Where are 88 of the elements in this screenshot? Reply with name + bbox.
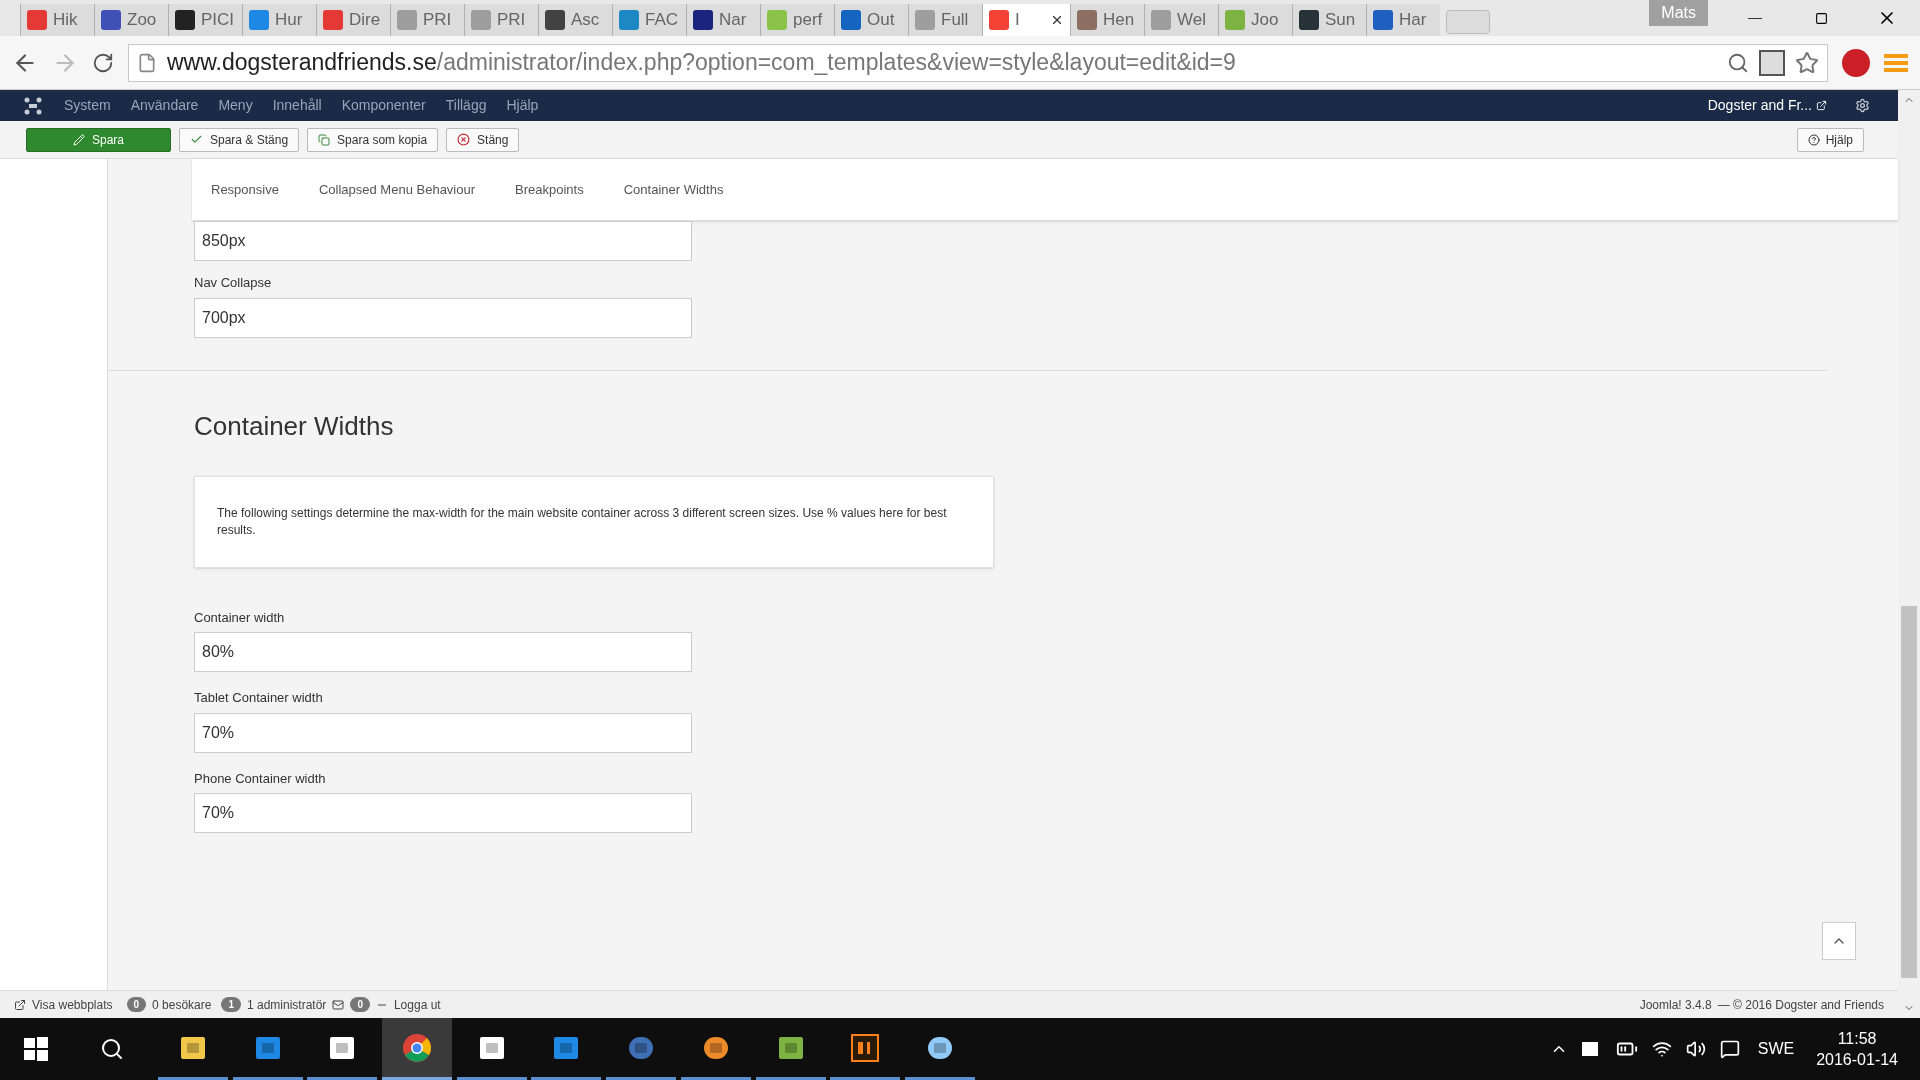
browser-icon: [402, 1032, 433, 1063]
copy-icon: [318, 133, 331, 146]
save-button[interactable]: Spara: [26, 127, 171, 152]
version-text: Joomla! 3.4.8: [1639, 996, 1712, 1014]
text-field[interactable]: 700px: [194, 297, 692, 338]
browser-tab[interactable]: PICI: [168, 4, 242, 36]
volume-icon[interactable]: [1685, 1039, 1706, 1059]
field-label: Phone Container width: [194, 769, 327, 788]
external-link-icon: [14, 998, 26, 1011]
site-link[interactable]: Dogster and Fr...: [1707, 95, 1812, 116]
check-icon: [190, 133, 203, 146]
search-icon[interactable]: [100, 1037, 124, 1061]
copyright-text: — © 2016 Dogster and Friends: [1717, 996, 1884, 1014]
browser-tab[interactable]: Hur: [242, 4, 316, 36]
field-label: Container width: [194, 608, 286, 627]
toolbar-button[interactable]: Stäng: [446, 127, 520, 152]
admin-menu-item[interactable]: System: [64, 95, 111, 116]
browser-tab[interactable]: FAC: [612, 4, 686, 36]
browser-tab[interactable]: perf: [760, 4, 834, 36]
edit-icon: [73, 133, 85, 146]
admin-menu-item[interactable]: Hjälp: [506, 95, 539, 116]
close-tab-icon[interactable]: [1050, 13, 1064, 27]
start-icon[interactable]: [24, 1037, 48, 1061]
address-field[interactable]: www.dogsterandfriends.se/administrator/index.php?option=com_templates&view=style&layout=edit&id=9: [128, 43, 1828, 82]
language-indicator[interactable]: SWE: [1757, 1037, 1795, 1061]
count-badge: 0: [350, 997, 370, 1012]
admins-text: 1 administratör: [247, 996, 327, 1014]
bookmark-icon[interactable]: [1795, 50, 1819, 75]
browser-tab[interactable]: PRI: [390, 4, 464, 36]
settings-tab[interactable]: Responsive: [211, 179, 279, 200]
admin-menu-item[interactable]: Komponenter: [341, 95, 426, 116]
browser-tab[interactable]: Hen: [1070, 4, 1144, 36]
help-button[interactable]: Hjälp: [1796, 127, 1864, 152]
view-site-link[interactable]: Visa webbplats: [32, 995, 113, 1014]
settings-tab[interactable]: Collapsed Menu Behaviour: [318, 179, 476, 200]
taskbar-app[interactable]: [382, 1018, 453, 1080]
scrollbar[interactable]: [1898, 90, 1920, 1018]
info-panel: The following settings determine the max-width for the main website container across 3 different screen sizes. Use % values here for best results.: [194, 475, 994, 568]
browser-tab[interactable]: Wel: [1144, 4, 1218, 36]
browser-tab[interactable]: PRI: [464, 4, 538, 36]
external-link-icon: [1816, 100, 1827, 111]
browser-tab[interactable]: Hik: [20, 4, 94, 36]
mail-icon: [332, 998, 345, 1011]
browser-tab[interactable]: Zoo: [94, 4, 168, 36]
browser-tab[interactable]: I: [982, 4, 1070, 36]
wifi-icon[interactable]: [1651, 1039, 1672, 1059]
admin-menu-item[interactable]: Tillägg: [445, 95, 487, 116]
text-field[interactable]: 80%: [194, 632, 692, 672]
close-icon: [457, 133, 471, 146]
browser-tab[interactable]: Out: [834, 4, 908, 36]
text-field[interactable]: 70%: [194, 712, 692, 753]
clock-time[interactable]: 11:58: [1837, 1028, 1877, 1049]
browser-tab[interactable]: Sun: [1292, 4, 1366, 36]
section-title: Container Widths: [194, 409, 395, 443]
app-icon: [851, 1033, 880, 1062]
settings-icon[interactable]: [1855, 98, 1870, 113]
browser-tab[interactable]: Joo: [1218, 4, 1292, 36]
logout-link[interactable]: Logga ut: [393, 995, 441, 1014]
toolbar-button[interactable]: Spara & Stäng: [179, 127, 300, 152]
reload-icon[interactable]: [92, 51, 114, 74]
browser-tab[interactable]: Nar: [686, 4, 760, 36]
browser-tab[interactable]: Har: [1366, 4, 1440, 36]
browser-tab[interactable]: Dire: [316, 4, 390, 36]
url-text: www.dogsterandfriends.se/administrator/index.php?option=com_templates&view=style&layout=edit&id=9: [167, 48, 1236, 78]
toolbar-button[interactable]: Spara som kopia: [307, 127, 439, 152]
field-label: Nav Collapse: [194, 274, 273, 292]
notifications-icon[interactable]: [1719, 1039, 1740, 1059]
page-icon: [137, 52, 157, 73]
count-badge: 1: [221, 997, 241, 1012]
extension-icon[interactable]: [1759, 49, 1785, 76]
text-field[interactable]: 70%: [194, 793, 692, 833]
admin-menu-item[interactable]: Meny: [218, 95, 253, 116]
visitors-text: 0 besökare: [152, 996, 212, 1014]
help-icon: [1807, 133, 1820, 146]
browser-tab[interactable]: Full: [908, 4, 982, 36]
text-field[interactable]: 850px: [194, 221, 692, 261]
scrollbar-thumb[interactable]: [1901, 606, 1917, 978]
count-badge: 0: [126, 997, 147, 1012]
settings-tab[interactable]: Container Widths: [623, 179, 724, 200]
field-label: Tablet Container width: [194, 689, 324, 707]
clock-date[interactable]: 2016-01-14: [1816, 1049, 1898, 1070]
admin-menu-item[interactable]: Användare: [130, 95, 199, 116]
minimize-icon: [1748, 17, 1762, 19]
admin-menu-item[interactable]: Innehåll: [272, 95, 322, 116]
restore-icon: [1814, 11, 1828, 25]
joomla-logo-icon[interactable]: [24, 96, 42, 115]
settings-tab[interactable]: Breakpoints: [515, 179, 584, 200]
browser-tab[interactable]: Asc: [538, 4, 612, 36]
